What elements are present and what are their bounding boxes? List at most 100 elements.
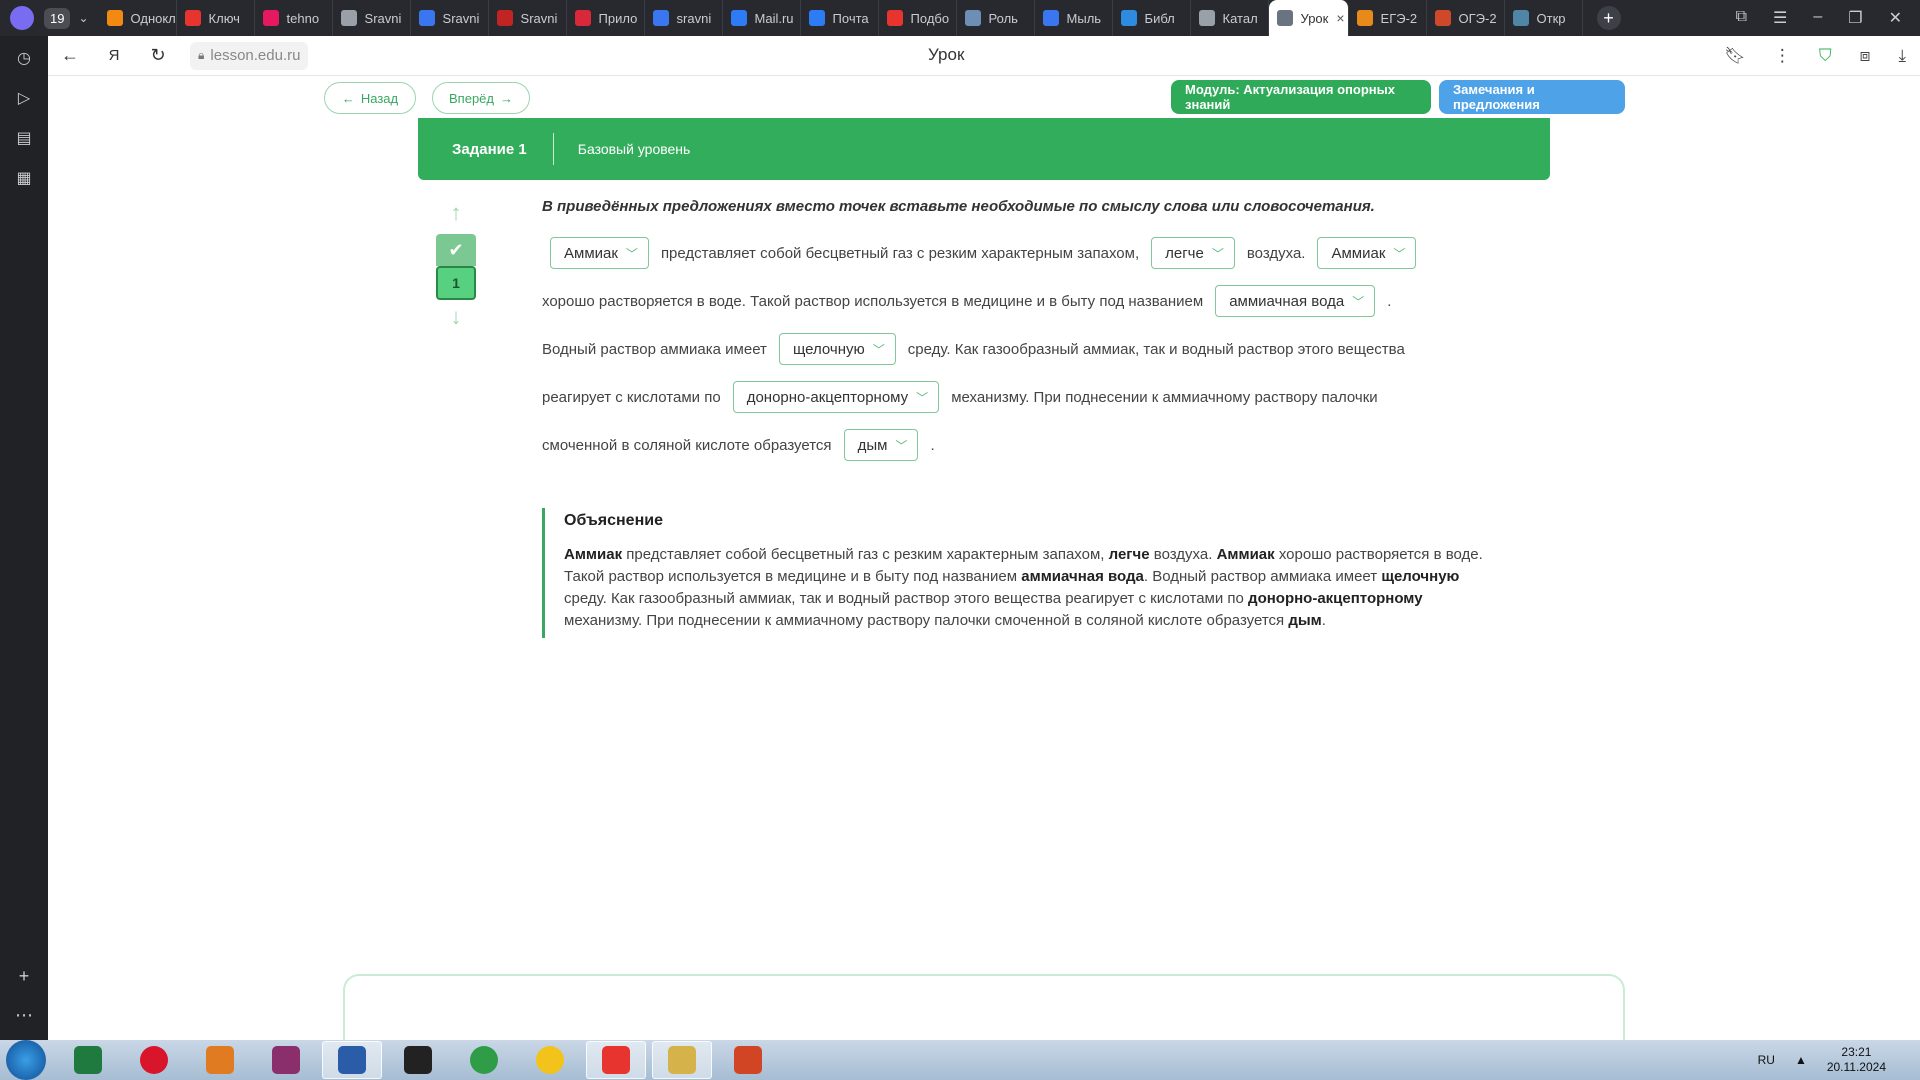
window-controls: ⧉ ☰ – ❐ ✕ bbox=[1736, 8, 1920, 28]
tab-label: Мыль bbox=[1066, 10, 1102, 26]
taskbar-opera-button[interactable] bbox=[124, 1041, 184, 1079]
chevron-down-icon: ﹀ bbox=[872, 342, 885, 357]
browser-tab[interactable]: tehno bbox=[255, 0, 333, 36]
start-button[interactable] bbox=[6, 1040, 46, 1080]
arrow-left-icon: ← bbox=[341, 90, 355, 106]
profile-avatar[interactable] bbox=[10, 6, 34, 30]
clock-time: 23:21 bbox=[1841, 1045, 1872, 1059]
browser-tab[interactable]: Sravni bbox=[333, 0, 411, 36]
browser-tab[interactable]: Откр bbox=[1505, 0, 1583, 36]
clock[interactable]: 23:21 20.11.2024 bbox=[1827, 1045, 1886, 1075]
tray-up-icon[interactable]: ▲ bbox=[1795, 1053, 1807, 1067]
browser-tab[interactable]: Одноклассники bbox=[99, 0, 177, 36]
forward-label: Вперёд bbox=[449, 90, 494, 106]
taskbar-excel-button[interactable] bbox=[58, 1041, 118, 1079]
feedback-button[interactable]: Замечания и предложения bbox=[1439, 80, 1625, 114]
taskbar-office-button[interactable] bbox=[190, 1041, 250, 1079]
lesson-page: ← Назад Вперёд → Модуль: Актуализация оп… bbox=[48, 76, 1920, 1054]
download-icon[interactable]: ⤓ bbox=[1898, 46, 1906, 66]
explanation-title: Объяснение bbox=[564, 512, 663, 529]
notes-icon[interactable]: ▤ bbox=[16, 128, 31, 148]
chevron-down-icon: ﹀ bbox=[895, 438, 908, 453]
close-tab-icon[interactable]: × bbox=[1336, 10, 1344, 26]
browser-tab[interactable]: Подбо bbox=[879, 0, 957, 36]
bookmark-icon[interactable]: 🔖︎ bbox=[1724, 46, 1746, 66]
history-icon[interactable]: ◷ bbox=[17, 48, 31, 68]
favicon-icon bbox=[1198, 10, 1215, 26]
browser-tab[interactable]: ОГЭ-2 bbox=[1427, 0, 1505, 36]
browser-tab-bar: 19 ⌄ Одноклассники Ключ tehno Sravni Sravni S… bbox=[0, 0, 1920, 36]
answer-dropdown[interactable]: Аммиак ﹀ bbox=[1317, 237, 1417, 269]
taskbar-yandex-button[interactable] bbox=[586, 1041, 646, 1079]
taskbar-word-button[interactable] bbox=[322, 1041, 382, 1079]
back-label: Назад bbox=[360, 90, 399, 106]
browser-tab[interactable]: Катал bbox=[1191, 0, 1269, 36]
extensions-icon[interactable]: ⧈ bbox=[1860, 46, 1871, 66]
lock-icon: 🔒︎ bbox=[198, 48, 205, 62]
taskbar-smiley-button[interactable] bbox=[520, 1041, 580, 1079]
browser-tab[interactable]: Ключ bbox=[177, 0, 255, 36]
url-text: lesson.edu.ru bbox=[210, 47, 301, 64]
tab-label: Mail.ru bbox=[754, 10, 794, 26]
tab-label: Библ bbox=[1144, 10, 1175, 26]
language-indicator[interactable]: RU bbox=[1758, 1053, 1775, 1067]
more-icon[interactable]: ⋮ bbox=[1774, 46, 1791, 66]
browser-tab[interactable]: Прило bbox=[567, 0, 645, 36]
taskbar-explorer-button[interactable] bbox=[652, 1041, 712, 1079]
question-number-button[interactable]: 1 bbox=[436, 266, 476, 300]
presentation-icon bbox=[734, 1046, 762, 1074]
browser-tab[interactable]: Sravni bbox=[411, 0, 489, 36]
browser-tab[interactable]: ЕГЭ-2 bbox=[1349, 0, 1427, 36]
url-field[interactable]: 🔒︎ lesson.edu.ru bbox=[190, 41, 309, 70]
favicon-icon bbox=[1120, 10, 1137, 26]
text-line: смоченной в соляной кислоте образуется д… bbox=[542, 421, 1532, 469]
tab-count-badge[interactable]: 19 bbox=[44, 7, 71, 29]
browser-tab[interactable]: Mail.ru bbox=[723, 0, 801, 36]
tab-strip: Одноклассники Ключ tehno Sravni Sravni Sravni… bbox=[99, 0, 1583, 36]
yandex-icon[interactable]: Я bbox=[92, 47, 136, 64]
answer-dropdown[interactable]: легче ﹀ bbox=[1151, 237, 1235, 269]
browser-tab[interactable]: sravni bbox=[645, 0, 723, 36]
answer-dropdown[interactable]: Аммиак ﹀ bbox=[550, 237, 649, 269]
restore-icon[interactable]: ❐ bbox=[1848, 8, 1862, 28]
apps-grid-icon[interactable]: ▦ bbox=[16, 168, 31, 188]
close-window-icon[interactable]: ✕ bbox=[1889, 8, 1902, 28]
tab-label: Подбо bbox=[910, 10, 950, 26]
minimize-icon[interactable]: – bbox=[1813, 8, 1822, 28]
browser-tab[interactable]: Роль bbox=[957, 0, 1035, 36]
forward-button[interactable]: Вперёд → bbox=[432, 82, 530, 114]
tab-label: ОГЭ-2 bbox=[1458, 10, 1497, 26]
answer-dropdown[interactable]: донорно-акцепторному ﹀ bbox=[732, 381, 940, 413]
browser-tab[interactable]: Почта bbox=[801, 0, 879, 36]
browser-tab[interactable]: Урок × bbox=[1268, 0, 1349, 36]
taskbar-presentation-button[interactable] bbox=[718, 1041, 778, 1079]
taskbar-video-button[interactable] bbox=[388, 1041, 448, 1079]
browser-tab[interactable]: Библ bbox=[1113, 0, 1191, 36]
menu-icon[interactable]: ☰ bbox=[1773, 8, 1787, 28]
back-arrow-icon[interactable]: ← bbox=[48, 45, 92, 66]
taskbar-chrome-button[interactable] bbox=[454, 1041, 514, 1079]
browser-tab[interactable]: Sravni bbox=[489, 0, 567, 36]
add-icon[interactable]: + bbox=[19, 966, 30, 987]
play-icon[interactable]: ▷ bbox=[18, 88, 30, 108]
answer-dropdown[interactable]: щелочную ﹀ bbox=[778, 333, 896, 365]
back-button[interactable]: ← Назад bbox=[324, 82, 416, 114]
arrow-up-icon[interactable]: ↑ bbox=[451, 196, 462, 230]
system-tray: RU ▲ 23:21 20.11.2024 bbox=[1758, 1045, 1920, 1075]
explanation-block: Объяснение Аммиак представляет собой бес… bbox=[542, 508, 1502, 638]
more-horizontal-icon[interactable]: ⋯ bbox=[15, 1005, 33, 1026]
browser-tab[interactable]: Мыль bbox=[1035, 0, 1113, 36]
arrow-down-icon[interactable]: ↓ bbox=[451, 300, 462, 334]
new-tab-button[interactable]: + bbox=[1596, 6, 1621, 30]
favicon-icon bbox=[1356, 10, 1373, 26]
answer-dropdown[interactable]: дым ﹀ bbox=[843, 429, 919, 461]
collections-icon[interactable]: ⧉ bbox=[1736, 8, 1747, 28]
shield-icon[interactable]: ⛉ bbox=[1819, 46, 1832, 66]
reload-icon[interactable]: ↻ bbox=[136, 45, 180, 66]
answer-dropdown[interactable]: аммиачная вода ﹀ bbox=[1215, 285, 1376, 317]
module-button[interactable]: Модуль: Актуализация опорных знаний bbox=[1171, 80, 1431, 114]
favicon-icon bbox=[574, 10, 591, 26]
favicon-icon bbox=[652, 10, 669, 26]
chevron-down-icon[interactable]: ⌄ bbox=[78, 11, 88, 25]
taskbar-winrar-button[interactable] bbox=[256, 1041, 316, 1079]
